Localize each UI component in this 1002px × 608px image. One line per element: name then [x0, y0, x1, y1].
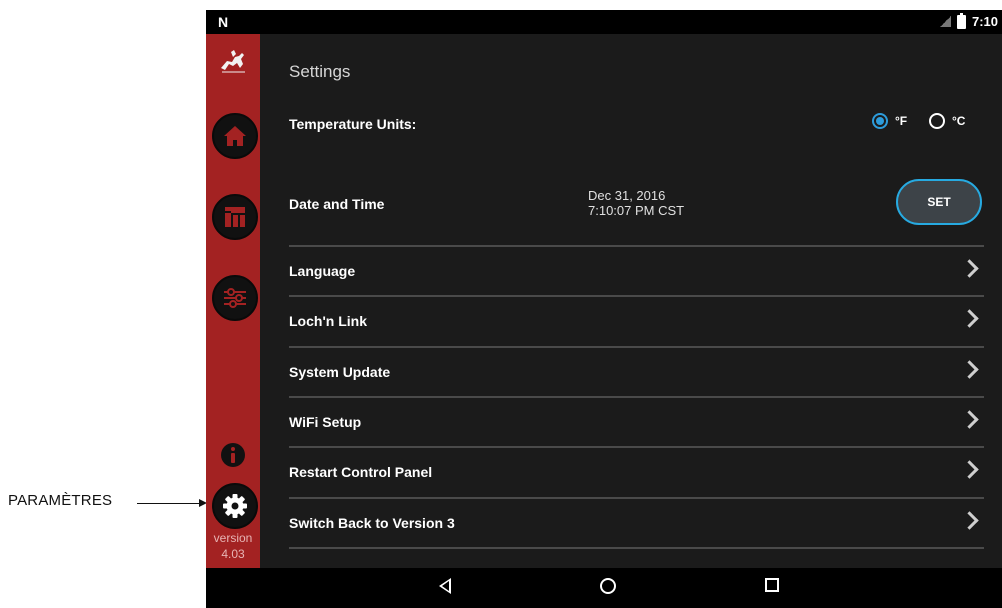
radio-unselected-icon — [929, 113, 945, 129]
chevron-right-icon — [960, 360, 979, 379]
settings-row-wifi-setup[interactable]: WiFi Setup — [289, 396, 984, 448]
no-signal-icon — [939, 16, 951, 27]
settings-row-switch-version-3[interactable]: Switch Back to Version 3 — [289, 497, 984, 549]
fahrenheit-radio[interactable]: °F — [872, 113, 907, 129]
chevron-right-icon — [960, 410, 979, 429]
set-date-time-button[interactable]: SET — [896, 179, 982, 225]
row-label: Restart Control Panel — [289, 464, 433, 480]
sidebar: version 4.03 — [206, 34, 260, 568]
version-number: 4.03 — [221, 547, 245, 561]
date-time-label: Date and Time — [289, 196, 385, 212]
controls-nav-button[interactable] — [212, 275, 258, 321]
settings-row-restart-control-panel[interactable]: Restart Control Panel — [289, 446, 984, 498]
settings-nav-button[interactable] — [212, 483, 258, 529]
celsius-radio[interactable]: °C — [929, 113, 965, 129]
recents-icon[interactable] — [765, 578, 779, 592]
notification-icon: N — [218, 14, 229, 30]
version-info: version 4.03 — [206, 530, 260, 562]
celsius-label: °C — [952, 114, 966, 128]
current-time: 7:10:07 PM CST — [588, 203, 685, 218]
battery-icon — [956, 12, 966, 29]
chevron-right-icon — [960, 259, 979, 278]
chevron-right-icon — [960, 511, 979, 530]
horse-rider-logo-icon — [221, 50, 245, 73]
radio-selected-icon — [872, 113, 888, 129]
home-icon — [224, 126, 246, 146]
dashboard-nav-button[interactable] — [212, 194, 258, 240]
settings-callout-label: PARAMÈTRES — [8, 492, 113, 509]
device-screen: N 7:10 version 4.03 Settings Temperature… — [206, 10, 1002, 608]
page-title: Settings — [289, 62, 351, 81]
temperature-units-label: Temperature Units: — [289, 116, 417, 132]
fahrenheit-label: °F — [895, 114, 908, 128]
version-label: version — [213, 531, 253, 545]
chevron-right-icon — [960, 460, 979, 479]
row-label: WiFi Setup — [289, 414, 362, 430]
callout-line — [137, 503, 205, 504]
date-time-value: Dec 31, 2016 7:10:07 PM CST — [588, 188, 684, 218]
settings-row-partial[interactable] — [289, 547, 984, 568]
status-bar: N 7:10 — [206, 10, 1002, 34]
info-icon[interactable] — [221, 443, 245, 467]
layout-icon — [225, 207, 245, 227]
row-label: System Update — [289, 364, 391, 380]
sliders-icon — [224, 288, 246, 308]
chevron-right-icon — [960, 309, 979, 328]
settings-panel: Settings Temperature Units: °F °C Date a… — [260, 34, 1002, 568]
settings-row-system-update[interactable]: System Update — [289, 346, 984, 398]
android-nav-bar — [206, 568, 1002, 608]
status-time: 7:10 — [971, 14, 998, 29]
settings-row-lochn-link[interactable]: Loch'n Link — [289, 295, 984, 347]
gear-icon — [223, 494, 247, 518]
row-label: Language — [289, 263, 356, 279]
back-icon[interactable] — [439, 578, 451, 594]
row-label: Switch Back to Version 3 — [289, 515, 455, 531]
current-date: Dec 31, 2016 — [588, 188, 666, 203]
settings-row-language[interactable]: Language — [289, 245, 984, 297]
home-circle-icon[interactable] — [600, 578, 616, 594]
row-label: Loch'n Link — [289, 313, 367, 329]
home-nav-button[interactable] — [212, 113, 258, 159]
